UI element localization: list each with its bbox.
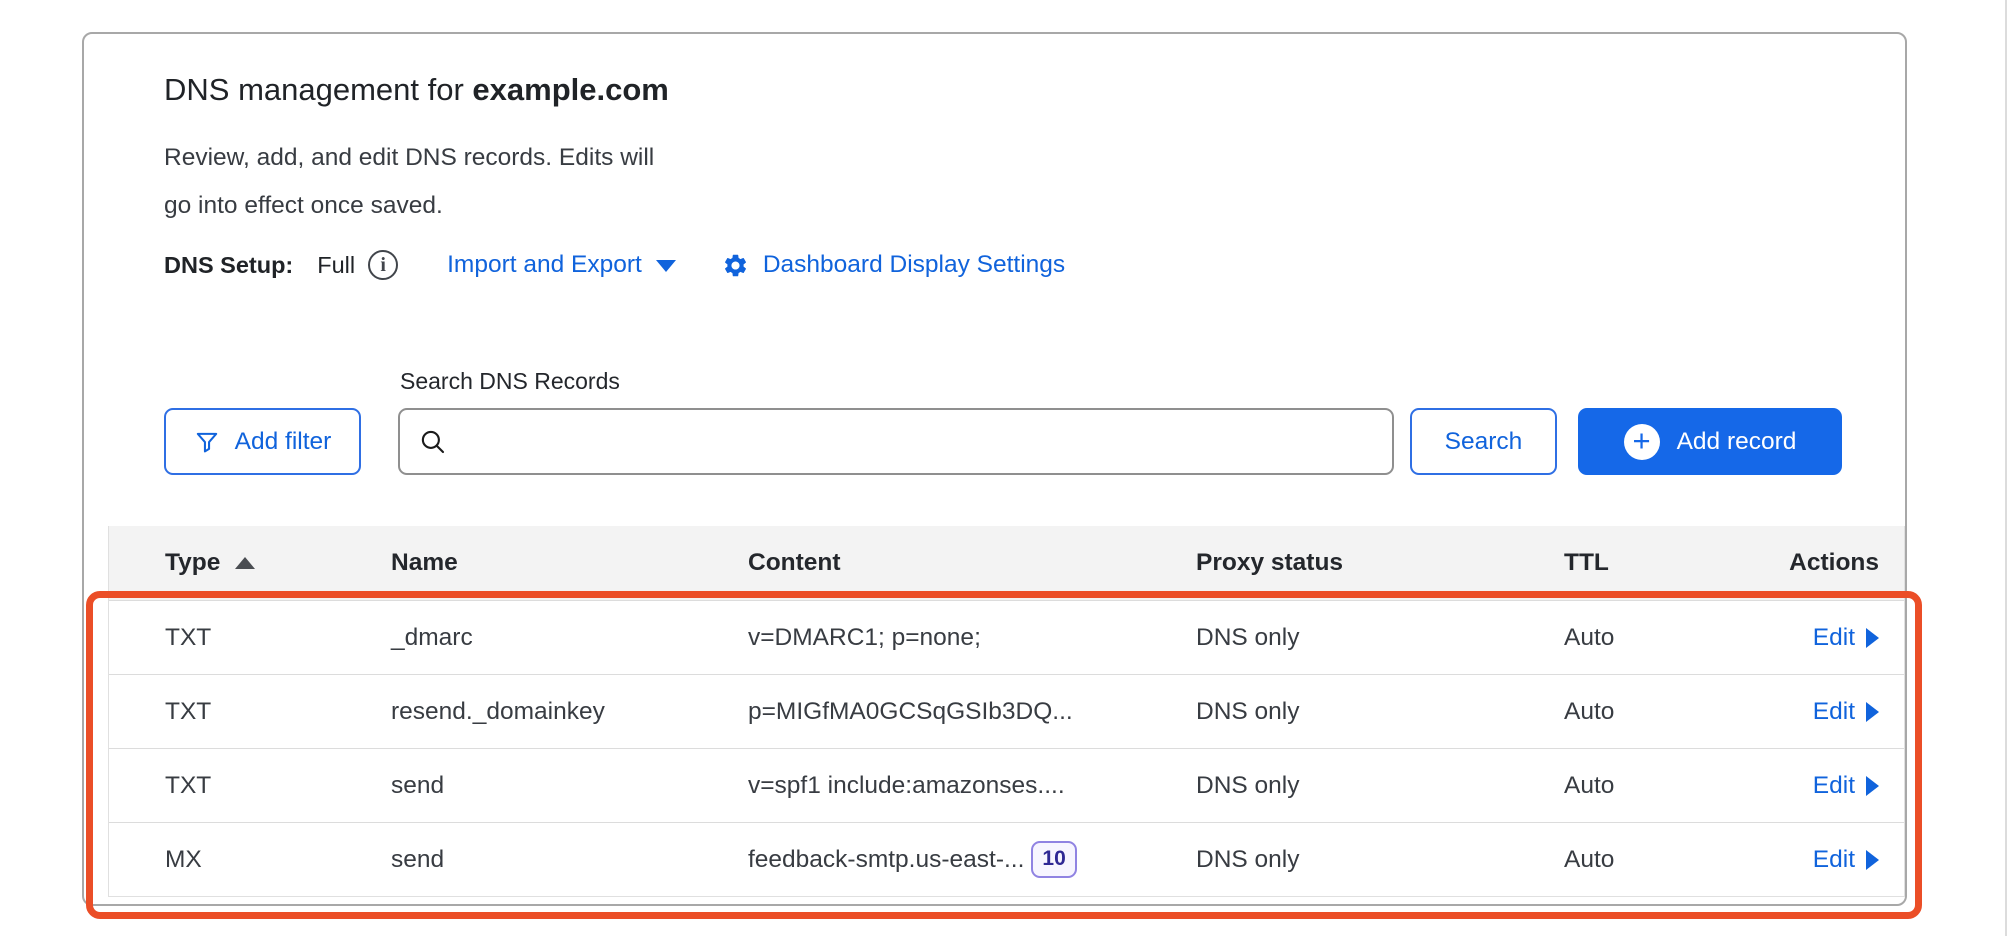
page-title: DNS management for example.com [164, 70, 1065, 110]
add-record-label: Add record [1677, 428, 1797, 456]
page-title-prefix: DNS management for [164, 72, 472, 107]
search-group: Search DNS Records [398, 368, 1394, 475]
cell-content: p=MIGfMA0GCSqGSIb3DQ... [748, 698, 1196, 726]
cell-actions: Edit [1754, 698, 1879, 726]
card-header: DNS management for example.com Review, a… [164, 70, 1065, 280]
cell-content: v=DMARC1; p=none; [748, 624, 1196, 652]
cell-proxy-status: DNS only [1196, 772, 1564, 800]
cell-proxy-status: DNS only [1196, 846, 1564, 874]
dns-setup-label: DNS Setup: [164, 252, 293, 279]
dns-records-table: Type Name Content Proxy status TTL Actio… [108, 526, 1905, 897]
cell-ttl: Auto [1564, 698, 1754, 726]
cell-type: MX [165, 846, 391, 874]
column-header-type[interactable]: Type [165, 549, 391, 577]
add-filter-button[interactable]: Add filter [164, 408, 361, 475]
edit-record-button[interactable]: Edit [1813, 624, 1879, 652]
cell-name: _dmarc [391, 624, 748, 652]
dns-management-card: DNS management for example.com Review, a… [82, 32, 1907, 906]
edit-label: Edit [1813, 772, 1855, 800]
info-icon[interactable]: i [368, 250, 398, 280]
chevron-down-icon [656, 260, 676, 272]
chevron-right-icon [1866, 628, 1879, 648]
cell-proxy-status: DNS only [1196, 698, 1564, 726]
edit-label: Edit [1813, 846, 1855, 874]
edit-record-button[interactable]: Edit [1813, 772, 1879, 800]
dns-setup-row: DNS Setup: Full i Import and Export Dash… [164, 250, 1065, 280]
column-header-proxy-status: Proxy status [1196, 549, 1564, 577]
cell-actions: Edit [1754, 772, 1879, 800]
column-header-actions: Actions [1754, 549, 1879, 577]
edit-label: Edit [1813, 624, 1855, 652]
table-row: MX send feedback-smtp.us-east-... 10 DNS… [109, 822, 1904, 896]
table-row: TXT resend._domainkey p=MIGfMA0GCSqGSIb3… [109, 674, 1904, 748]
record-content: v=DMARC1; p=none; [748, 624, 981, 652]
record-content: p=MIGfMA0GCSqGSIb3DQ... [748, 698, 1073, 726]
search-label: Search DNS Records [400, 368, 1394, 395]
table-row: TXT send v=spf1 include:amazonses.... DN… [109, 748, 1904, 822]
page-edge-divider [2005, 0, 2007, 936]
search-button[interactable]: Search [1410, 408, 1557, 475]
column-header-type-label: Type [165, 549, 220, 577]
cell-ttl: Auto [1564, 772, 1754, 800]
subtitle-line-2: go into effect once saved. [164, 192, 443, 219]
priority-badge: 10 [1031, 841, 1076, 877]
plus-icon: + [1624, 424, 1660, 460]
dns-setup-value: Full [317, 252, 355, 279]
search-box [398, 408, 1394, 475]
dashboard-display-settings-link[interactable]: Dashboard Display Settings [722, 251, 1065, 279]
cell-type: TXT [165, 698, 391, 726]
cell-actions: Edit [1754, 624, 1879, 652]
cell-actions: Edit [1754, 846, 1879, 874]
dns-management-page: DNS management for example.com Review, a… [0, 0, 2012, 936]
cell-name: send [391, 846, 748, 874]
column-header-content: Content [748, 549, 1196, 577]
records-toolbar: Add filter Search DNS Records Search + A… [164, 368, 1842, 475]
import-export-dropdown[interactable]: Import and Export [447, 251, 676, 279]
add-record-button[interactable]: + Add record [1578, 408, 1842, 475]
chevron-right-icon [1866, 702, 1879, 722]
chevron-right-icon [1866, 850, 1879, 870]
cell-type: TXT [165, 624, 391, 652]
cell-name: send [391, 772, 748, 800]
column-header-ttl: TTL [1564, 549, 1754, 577]
search-input[interactable] [458, 413, 1374, 470]
dashboard-display-settings-label: Dashboard Display Settings [763, 251, 1065, 279]
add-filter-label: Add filter [235, 428, 332, 456]
chevron-right-icon [1866, 776, 1879, 796]
subtitle-line-1: Review, add, and edit DNS records. Edits… [164, 144, 654, 171]
import-export-label: Import and Export [447, 251, 642, 279]
table-header-row: Type Name Content Proxy status TTL Actio… [109, 526, 1904, 600]
cell-content: v=spf1 include:amazonses.... [748, 772, 1196, 800]
search-icon [418, 427, 448, 457]
edit-label: Edit [1813, 698, 1855, 726]
table-row: TXT _dmarc v=DMARC1; p=none; DNS only Au… [109, 600, 1904, 674]
sort-ascending-icon [235, 557, 255, 569]
cell-name: resend._domainkey [391, 698, 748, 726]
domain-name: example.com [472, 72, 668, 107]
column-header-name: Name [391, 549, 748, 577]
cell-type: TXT [165, 772, 391, 800]
cell-proxy-status: DNS only [1196, 624, 1564, 652]
cell-ttl: Auto [1564, 846, 1754, 874]
search-button-label: Search [1445, 428, 1523, 456]
page-subtitle: Review, add, and edit DNS records. Edits… [164, 134, 1065, 230]
filter-icon [194, 429, 220, 455]
edit-record-button[interactable]: Edit [1813, 846, 1879, 874]
edit-record-button[interactable]: Edit [1813, 698, 1879, 726]
record-content: v=spf1 include:amazonses.... [748, 772, 1065, 800]
record-content: feedback-smtp.us-east-... [748, 846, 1024, 874]
cell-ttl: Auto [1564, 624, 1754, 652]
cell-content: feedback-smtp.us-east-... 10 [748, 841, 1196, 877]
gear-icon [722, 252, 749, 279]
